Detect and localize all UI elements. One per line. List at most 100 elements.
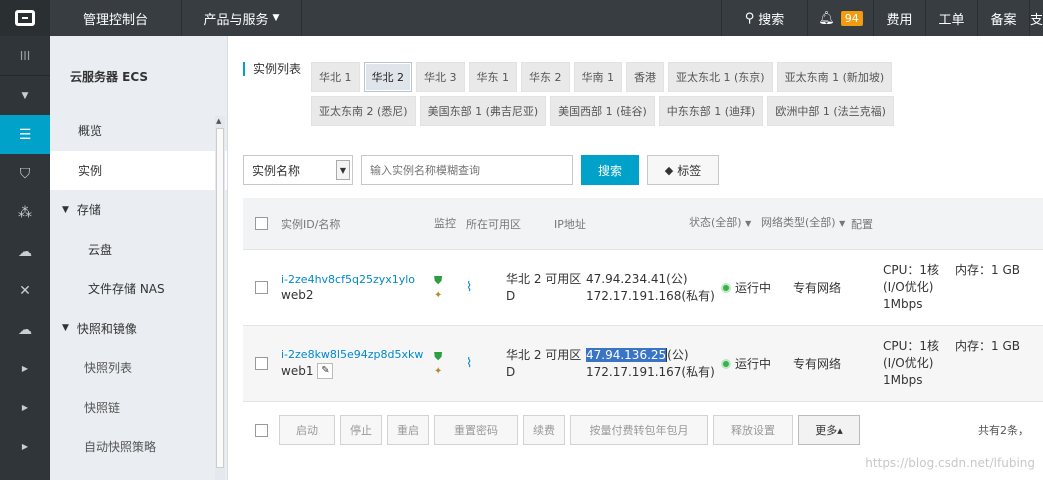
region-tab[interactable]: 欧洲中部 1 (法兰克福): [767, 96, 894, 126]
rail-item-10[interactable]: ▶: [0, 427, 50, 466]
scrollbar-thumb[interactable]: [216, 128, 224, 468]
sidebar-item-overview[interactable]: 概览: [50, 111, 227, 151]
instance-id-link[interactable]: i-2ze8kw8l5e94zp8d5xkw: [281, 348, 434, 361]
rail-collapse-toggle[interactable]: III: [0, 36, 50, 76]
running-dot-icon: [721, 358, 731, 369]
header-net-filter[interactable]: 网络类型(全部) ▼: [761, 215, 851, 232]
console-home-link[interactable]: 管理控制台: [50, 0, 182, 36]
extension-icon[interactable]: ✦: [434, 290, 466, 301]
notifications-button[interactable]: 🔔︎ 94: [807, 0, 873, 36]
region-tab[interactable]: 亚太东北 1 (东京): [668, 62, 773, 92]
cross-arrows-icon: ✕: [19, 282, 31, 299]
region-tab[interactable]: 亚太东南 2 (悉尼): [311, 96, 416, 126]
region-tab-active[interactable]: 华北 2: [363, 62, 413, 92]
caret-down-icon: ▼: [745, 219, 752, 228]
shield-icon: ⛉: [19, 165, 31, 182]
cost-link[interactable]: 费用: [873, 0, 925, 36]
watermark: https://blog.csdn.net/lfubing: [865, 456, 1035, 470]
caret-down-icon: ▼: [336, 160, 350, 180]
rail-cross[interactable]: ✕: [0, 271, 50, 310]
tag-button[interactable]: ◆ 标签: [647, 155, 719, 185]
sidebar-item-instances[interactable]: 实例: [50, 150, 227, 190]
stop-button[interactable]: 停止: [340, 415, 382, 445]
region-tab[interactable]: 华北 3: [416, 62, 465, 92]
network-type-cell: 专有网络: [793, 357, 842, 371]
rail-item-8[interactable]: ▶: [0, 349, 50, 388]
instance-name: web1: [281, 364, 314, 378]
extension-icon[interactable]: ✦: [434, 366, 466, 377]
sidebar-item-auto-snapshot-policy[interactable]: 自动快照策略: [50, 427, 227, 467]
caret-down-icon: ▼: [62, 204, 69, 215]
edit-name-pencil-icon[interactable]: ✎: [317, 363, 334, 379]
renew-button[interactable]: 续费: [523, 415, 565, 445]
rail-cloud[interactable]: ☁: [0, 232, 50, 271]
table-row: i-2ze8kw8l5e94zp8d5xkw web1 ✎ ⛊ ✦ ⌇ 华北 2 可…: [243, 326, 1043, 402]
security-shield-icon[interactable]: ⛊: [434, 350, 466, 364]
status-label: 运行中: [735, 281, 772, 295]
restart-button[interactable]: 重启: [387, 415, 429, 445]
select-all-checkbox[interactable]: [254, 217, 268, 230]
rail-cloud-2[interactable]: ☁: [0, 310, 50, 349]
sidebar-group-storage[interactable]: ▼ 存储: [50, 190, 227, 230]
convert-billing-button[interactable]: 按量付费转包年包月: [570, 415, 708, 445]
reset-password-button[interactable]: 重置密码: [434, 415, 518, 445]
public-ip[interactable]: 47.94.136.25(公): [586, 347, 721, 364]
region-tab[interactable]: 美国东部 1 (弗吉尼亚): [419, 96, 547, 126]
cloud-icon: ☁: [18, 321, 32, 338]
more-actions-button[interactable]: 更多▴: [798, 415, 860, 445]
zone-cell: 华北 2 可用区 D: [506, 347, 582, 379]
sidebar-item-snapshot-chain[interactable]: 快照链: [50, 388, 227, 428]
scroll-up-icon[interactable]: ▲: [216, 117, 221, 125]
sidebar-scrollbar[interactable]: ▲: [215, 116, 225, 480]
private-ip: 172.17.191.168(私有): [586, 288, 715, 303]
search-button[interactable]: 搜索: [581, 155, 639, 185]
search-icon: ⚲: [744, 10, 755, 26]
region-tab[interactable]: 中东东部 1 (迪拜): [658, 96, 764, 126]
row-check-cell: [243, 281, 279, 294]
sidebar-item-snapshot-list[interactable]: 快照列表: [50, 348, 227, 388]
top-search-button[interactable]: ⚲ 搜索: [721, 0, 807, 36]
chevron-right-icon: ▶: [21, 403, 29, 412]
select-all-cell: [243, 217, 279, 230]
row-icons: ⛊ ✦: [434, 274, 466, 301]
security-shield-icon[interactable]: ⛊: [434, 274, 466, 288]
notification-count-badge: 94: [840, 10, 863, 26]
region-tab[interactable]: 香港: [626, 62, 665, 92]
product-sidebar: 云服务器 ECS 概览 实例 ▼ 存储 云盘 文件存储 NAS ▼ 快照和镜像 快照…: [50, 36, 228, 480]
rail-ecs[interactable]: ☰: [0, 115, 50, 154]
region-tab[interactable]: 华东 1: [468, 62, 518, 92]
region-tab[interactable]: 华东 2: [521, 62, 570, 92]
region-tab[interactable]: 美国西部 1 (硅谷): [550, 96, 655, 126]
region-tab[interactable]: 华南 1: [573, 62, 623, 92]
release-settings-button[interactable]: 释放设置: [713, 415, 793, 445]
products-menu[interactable]: 产品与服务 ▼: [182, 0, 302, 36]
support-link[interactable]: 支: [1029, 0, 1043, 36]
region-tab[interactable]: 亚太东南 1 (新加坡): [776, 62, 893, 92]
running-dot-icon: [721, 282, 731, 293]
rail-network[interactable]: ⁂: [0, 193, 50, 232]
rail-security[interactable]: ⛉: [0, 154, 50, 193]
sidebar-item-disk[interactable]: 云盘: [50, 230, 227, 270]
instance-id-link[interactable]: i-2ze4hv8cf5q25zyx1ylo: [281, 273, 434, 286]
icp-link[interactable]: 备案: [977, 0, 1029, 36]
footer-select-all-checkbox[interactable]: [254, 423, 268, 437]
monitor-chart-icon[interactable]: ⌇: [466, 356, 472, 371]
region-tab[interactable]: 华北 1: [311, 62, 360, 92]
search-label: 搜索: [758, 12, 785, 28]
row-checkbox[interactable]: [254, 281, 268, 294]
instance-search-input[interactable]: [361, 155, 573, 185]
sidebar-item-nas[interactable]: 文件存储 NAS: [50, 269, 227, 309]
rail-expand[interactable]: ▼: [0, 76, 50, 115]
console-logo[interactable]: [0, 0, 50, 36]
start-button[interactable]: 启动: [279, 415, 335, 445]
ip-cell: 47.94.136.25(公) 172.17.191.167(私有): [586, 347, 721, 381]
sidebar-group-snapshots[interactable]: ▼ 快照和镜像: [50, 309, 227, 349]
select-value: 实例名称: [252, 163, 301, 178]
monitor-chart-icon[interactable]: ⌇: [466, 280, 472, 295]
ticket-link[interactable]: 工单: [925, 0, 977, 36]
config-cell: CPU：1核 (I/O优化) 1Mbps 内存：1 GB: [883, 262, 1043, 313]
header-status-filter[interactable]: 状态(全部) ▼: [689, 215, 761, 232]
row-checkbox[interactable]: [254, 357, 268, 370]
search-field-select[interactable]: 实例名称 ▼: [243, 155, 353, 185]
rail-item-9[interactable]: ▶: [0, 388, 50, 427]
